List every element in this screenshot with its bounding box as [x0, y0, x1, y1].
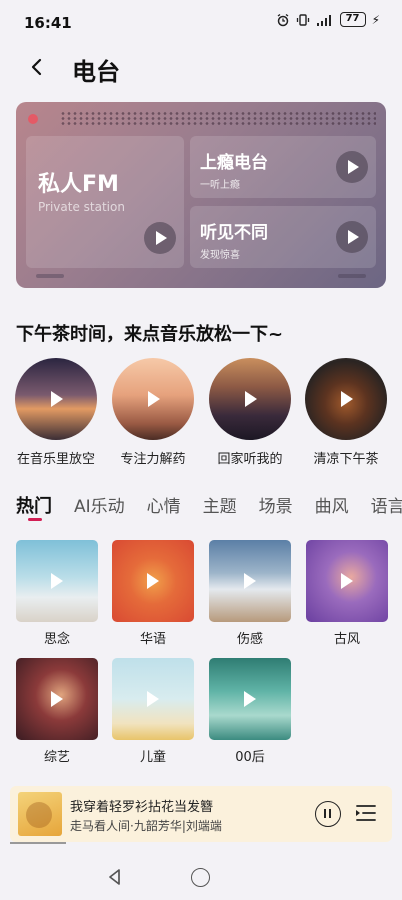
- genre-tile[interactable]: 古风: [306, 540, 388, 647]
- tile-cover: [209, 658, 291, 740]
- play-icon: [245, 391, 257, 407]
- discover-radio-subtitle: 发现惊喜: [200, 250, 240, 261]
- status-bar: 16:41 77 ⚡: [0, 0, 402, 44]
- play-icon: [51, 391, 63, 407]
- circle-playlist[interactable]: 回家听我的: [202, 358, 298, 467]
- circle-label: 回家听我的: [217, 452, 283, 467]
- play-icon: [147, 573, 159, 589]
- play-icon: [51, 691, 63, 707]
- vibrate-icon: [296, 13, 309, 26]
- speaker-grille: [60, 111, 376, 127]
- tab-hot[interactable]: 热门: [16, 492, 52, 518]
- tab-scene[interactable]: 场景: [259, 492, 293, 517]
- play-icon[interactable]: [336, 221, 368, 253]
- alarm-icon: [277, 13, 288, 26]
- indicator-dot: [28, 114, 38, 124]
- mini-player[interactable]: 我穿着轻罗衫拈花当发簪 走马看人间·九韶芳华|刘端端: [10, 786, 392, 842]
- circle-cover: [305, 358, 387, 440]
- genre-tile[interactable]: 00后: [209, 658, 291, 765]
- tab-language[interactable]: 语言: [371, 492, 402, 517]
- song-title: 我穿着轻罗衫拈花当发簪: [70, 800, 214, 815]
- genre-tiles: 思念 华语 伤感 古风 综艺 儿童 00后: [0, 540, 402, 770]
- play-icon: [244, 691, 256, 707]
- playlist-icon[interactable]: [354, 802, 378, 824]
- private-fm-title: 私人FM: [38, 172, 119, 197]
- back-arrow-icon[interactable]: [22, 52, 52, 82]
- playback-progress: [10, 842, 66, 844]
- tile-label: 00后: [235, 750, 265, 765]
- play-icon[interactable]: [336, 151, 368, 183]
- nav-home-icon[interactable]: [191, 868, 210, 887]
- tile-cover: [112, 540, 194, 622]
- play-icon: [51, 573, 63, 589]
- battery-indicator: 77: [339, 12, 366, 27]
- tab-mood[interactable]: 心情: [147, 492, 181, 517]
- circle-playlist[interactable]: 在音乐里放空: [8, 358, 104, 467]
- playlist-circles: 在音乐里放空 专注力解药 回家听我的 清凉下午茶: [0, 358, 402, 468]
- addictive-radio-title: 上瘾电台: [200, 153, 268, 173]
- circle-label: 专注力解药: [120, 452, 186, 467]
- tile-cover: [209, 540, 291, 622]
- tile-cover: [112, 658, 194, 740]
- addictive-radio-card[interactable]: 上瘾电台 一听上瘾: [190, 136, 376, 198]
- radio-panel: 私人FM Private station 上瘾电台 一听上瘾 听见不同 发现惊喜: [16, 102, 386, 288]
- tile-label: 伤感: [236, 632, 263, 647]
- play-icon: [147, 691, 159, 707]
- discover-radio-title: 听见不同: [200, 223, 268, 243]
- tab-theme[interactable]: 主题: [203, 492, 237, 517]
- circle-label: 清凉下午茶: [313, 452, 379, 467]
- panel-top: [16, 102, 386, 132]
- genre-tile[interactable]: 伤感: [209, 540, 291, 647]
- tab-ai[interactable]: AI乐动: [74, 492, 125, 517]
- play-icon: [341, 391, 353, 407]
- discover-radio-card[interactable]: 听见不同 发现惊喜: [190, 206, 376, 268]
- addictive-radio-subtitle: 一听上瘾: [200, 180, 240, 191]
- play-icon: [244, 573, 256, 589]
- panel-foot: [36, 274, 64, 278]
- pause-icon[interactable]: [315, 801, 341, 827]
- nav-back-icon[interactable]: [106, 868, 124, 886]
- circle-label: 在音乐里放空: [16, 452, 95, 467]
- private-fm-card[interactable]: 私人FM Private station: [26, 136, 184, 268]
- circle-playlist[interactable]: 专注力解药: [105, 358, 201, 467]
- circle-cover: [112, 358, 194, 440]
- status-icons: 77 ⚡: [276, 12, 380, 27]
- album-cover: [18, 792, 62, 836]
- circle-cover: [209, 358, 291, 440]
- tile-label: 综艺: [43, 750, 70, 765]
- play-icon[interactable]: [144, 222, 176, 254]
- circle-cover: [15, 358, 97, 440]
- genre-tile[interactable]: 儿童: [112, 658, 194, 765]
- genre-tile[interactable]: 综艺: [16, 658, 98, 765]
- system-nav-bar: [0, 852, 402, 900]
- panel-foot: [338, 274, 366, 278]
- tile-label: 华语: [139, 632, 166, 647]
- play-icon: [148, 391, 160, 407]
- charging-icon: ⚡: [371, 12, 380, 27]
- tile-label: 古风: [333, 632, 360, 647]
- tile-cover: [16, 540, 98, 622]
- tile-label: 思念: [43, 632, 70, 647]
- tab-genre[interactable]: 曲风: [315, 492, 349, 517]
- category-tabs: 热门 AI乐动 心情 主题 场景 曲风 语言: [16, 492, 402, 526]
- section-title: 下午茶时间，来点音乐放松一下~: [16, 324, 284, 345]
- tile-label: 儿童: [139, 750, 166, 765]
- circle-playlist[interactable]: 清凉下午茶: [298, 358, 394, 467]
- signal-5g-icon: [316, 14, 331, 26]
- status-time: 16:41: [24, 14, 72, 32]
- header: 电台: [0, 44, 402, 90]
- play-icon: [341, 573, 353, 589]
- song-artist: 走马看人间·九韶芳华|刘端端: [70, 819, 222, 833]
- page-title: 电台: [72, 58, 120, 86]
- private-fm-subtitle: Private station: [38, 200, 125, 214]
- genre-tile[interactable]: 思念: [16, 540, 98, 647]
- active-tab-indicator: [28, 518, 42, 521]
- tile-cover: [306, 540, 388, 622]
- tile-cover: [16, 658, 98, 740]
- genre-tile[interactable]: 华语: [112, 540, 194, 647]
- panel-feet: [16, 274, 386, 288]
